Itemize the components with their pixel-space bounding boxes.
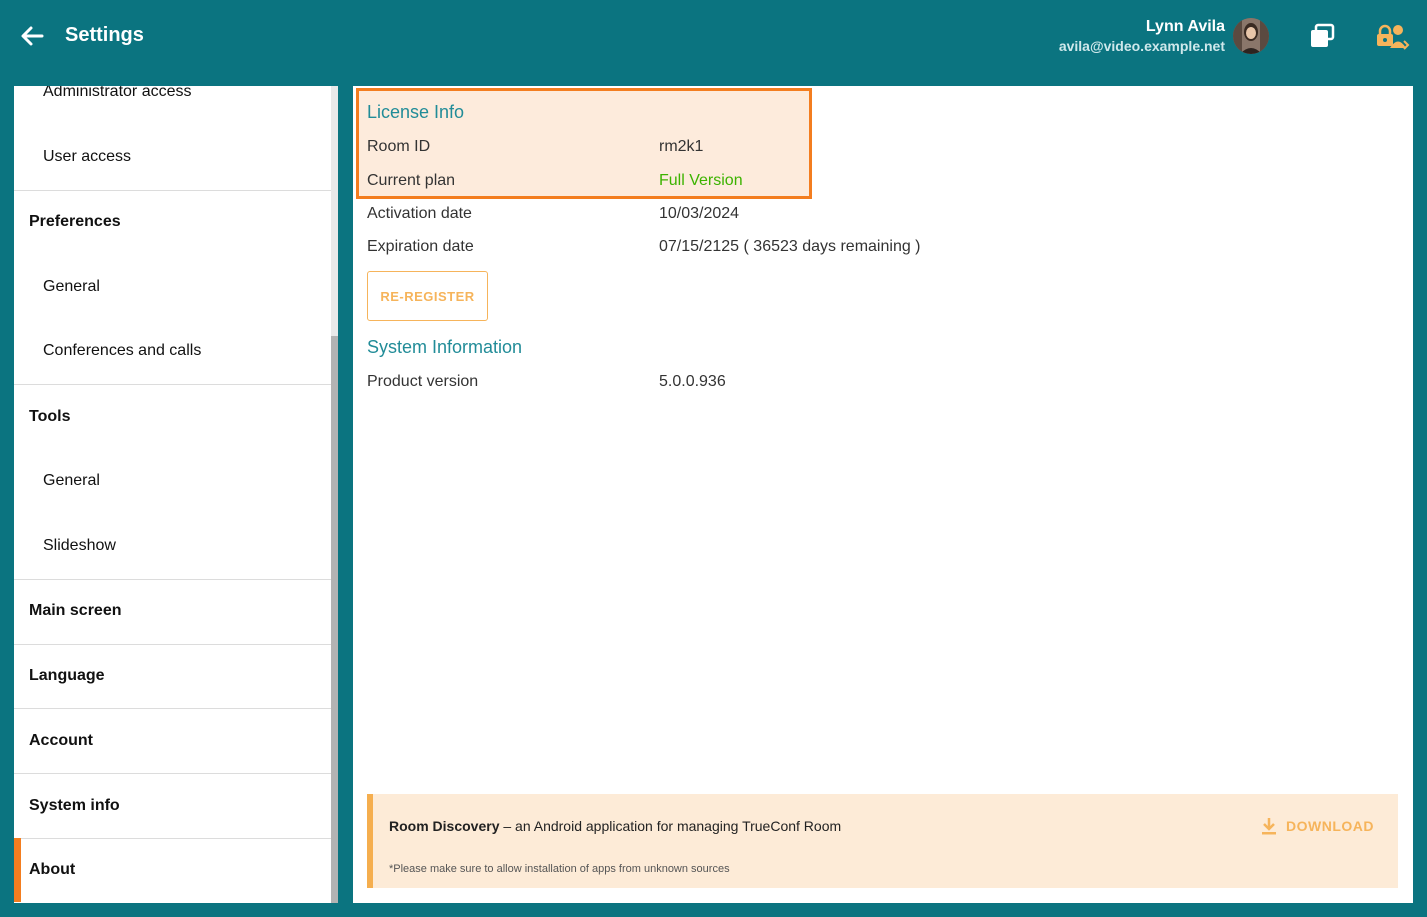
room-discovery-banner: Room Discovery – an Android application … [367, 794, 1398, 888]
room-id-value: rm2k1 [659, 138, 704, 155]
user-name: Lynn Avila [1145, 18, 1225, 35]
sidebar-item-language[interactable]: Language [14, 644, 331, 708]
sidebar-item-about[interactable]: About [14, 838, 331, 902]
sidebar-section-tools[interactable]: Tools [14, 385, 331, 449]
lock-user-icon [1377, 24, 1410, 50]
expiration-date-label: Expiration date [367, 238, 474, 255]
current-plan-label: Current plan [367, 172, 456, 189]
re-register-button[interactable]: RE-REGISTER [367, 271, 488, 321]
sidebar-item-label: General [43, 278, 100, 295]
download-button[interactable]: DOWNLOAD [1260, 814, 1374, 838]
sidebar-item-label: Conferences and calls [43, 342, 202, 359]
banner-note: *Please make sure to allow installation … [389, 863, 730, 875]
sidebar-item-label: System info [29, 797, 120, 814]
sidebar-item-preferences-general[interactable]: General [14, 255, 331, 319]
sidebar-item-system-info[interactable]: System info [14, 774, 331, 838]
license-info-title: License Info [367, 102, 465, 122]
room-id-label: Room ID [367, 138, 431, 155]
page-title: Settings [65, 24, 144, 46]
banner-description: – an Android application for managing Tr… [499, 818, 842, 834]
avatar[interactable] [1233, 18, 1269, 54]
windows-button[interactable] [1308, 22, 1336, 50]
sidebar-item-label: Tools [29, 408, 71, 425]
download-icon [1262, 818, 1276, 835]
sidebar-item-label: About [29, 861, 76, 878]
arrow-left-icon [21, 26, 44, 46]
activation-date-label: Activation date [367, 205, 472, 222]
banner-app-name: Room Discovery [389, 818, 500, 834]
sidebar-item-tools-general[interactable]: General [14, 449, 331, 513]
expiration-date-value: 07/15/2125 ( 36523 days remaining ) [659, 238, 921, 255]
sidebar-item-label: General [43, 472, 100, 489]
user-email: avila@video.example.net [1058, 38, 1225, 54]
banner-accent [367, 794, 373, 888]
download-label: DOWNLOAD [1286, 818, 1374, 834]
sidebar-item-conferences-and-calls[interactable]: Conferences and calls [14, 319, 331, 383]
sidebar-scrollbar-thumb[interactable] [331, 336, 338, 903]
sidebar-item-label: Main screen [29, 602, 122, 619]
product-version-label: Product version [367, 373, 479, 390]
product-version-value: 5.0.0.936 [659, 373, 726, 390]
current-plan-value: Full Version [659, 172, 743, 189]
sidebar-section-preferences[interactable]: Preferences [14, 190, 331, 254]
sidebar-item-user-access[interactable]: User access [14, 125, 331, 189]
sidebar-item-label: Language [29, 667, 105, 684]
top-bar: Settings Lynn Avila avila@video.example.… [0, 0, 1427, 86]
sidebar-item-label: Account [29, 732, 93, 749]
sidebar-item-label: Preferences [29, 213, 121, 230]
banner-text: Room Discovery – an Android application … [389, 818, 841, 834]
back-button[interactable] [16, 20, 48, 52]
sidebar-item-administrator-access[interactable]: Administrator access [14, 86, 331, 124]
windows-icon [1311, 23, 1335, 47]
about-panel: License Info Room ID rm2k1 Current plan … [353, 86, 1413, 903]
activation-date-value: 10/03/2024 [659, 205, 740, 222]
sidebar-item-account[interactable]: Account [14, 709, 331, 773]
sidebar-item-label: User access [43, 148, 132, 165]
sidebar-item-label: Slideshow [43, 537, 116, 554]
sidebar-item-slideshow[interactable]: Slideshow [14, 514, 331, 578]
lock-user-button[interactable] [1374, 22, 1414, 52]
settings-sidebar: Administrator access User access Prefere… [14, 86, 338, 903]
sidebar-list: Administrator access User access Prefere… [14, 86, 331, 903]
sidebar-item-label: Administrator access [43, 86, 192, 100]
system-information-title: System Information [367, 337, 523, 357]
sidebar-item-main-screen[interactable]: Main screen [14, 579, 331, 643]
